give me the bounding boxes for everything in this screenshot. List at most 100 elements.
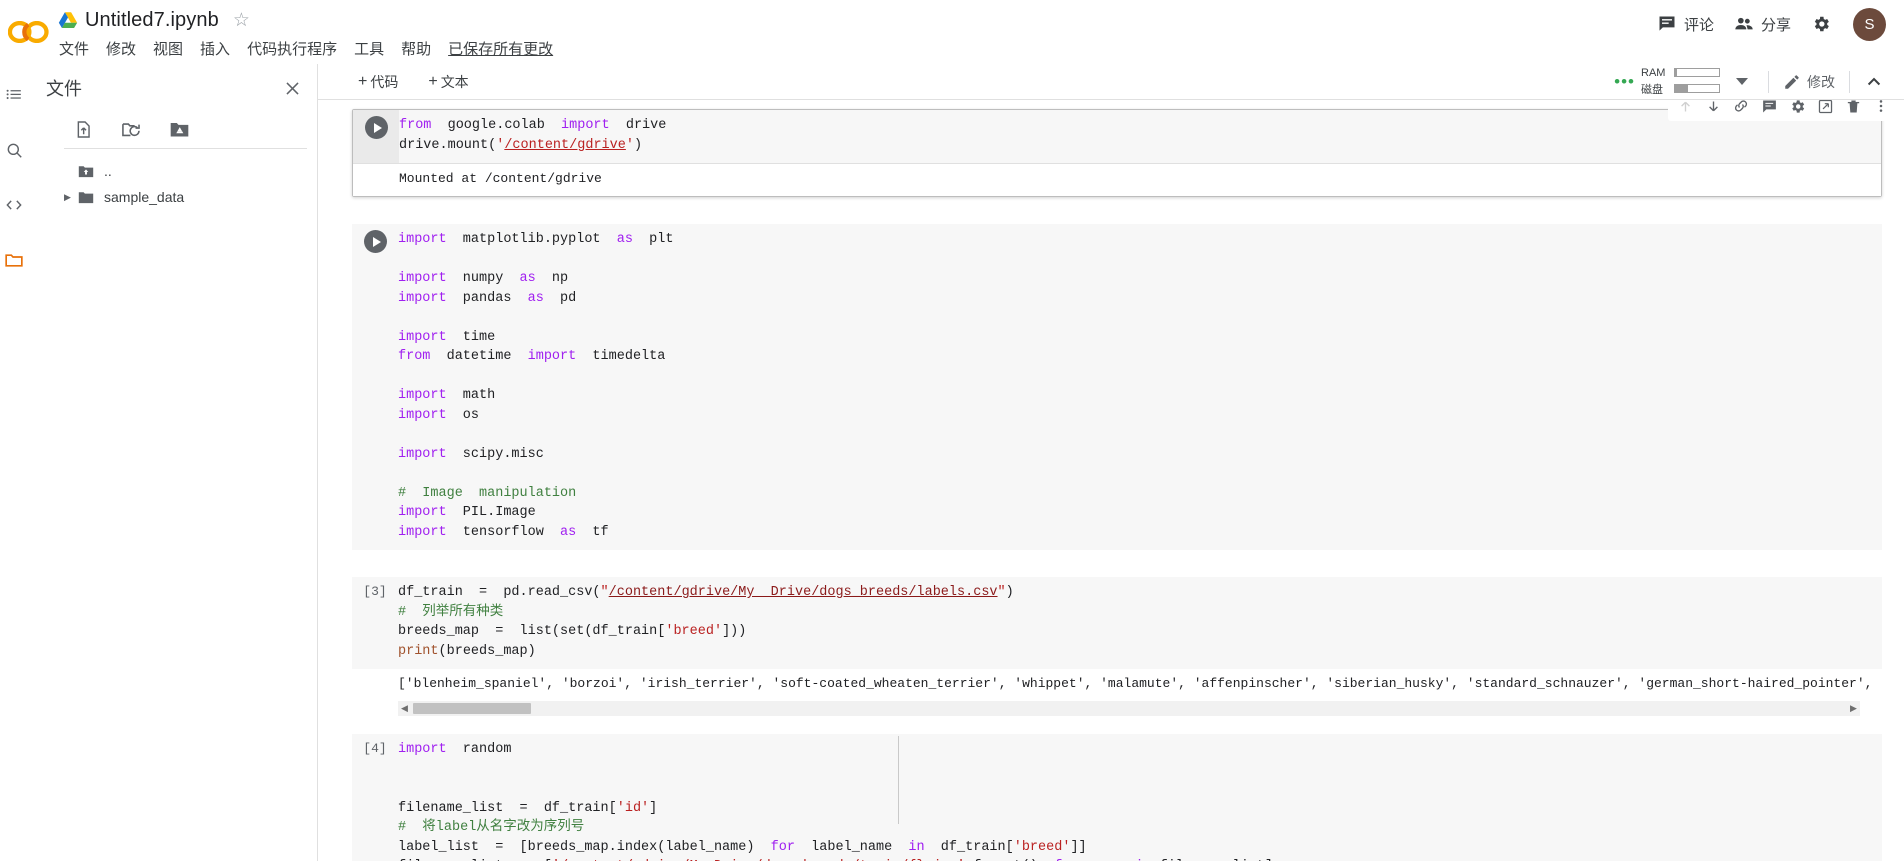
file-panel: 文件 .. ▶ sample_data <box>28 64 318 861</box>
colab-logo[interactable] <box>0 0 58 64</box>
share-button[interactable]: 分享 <box>1724 8 1801 41</box>
topbar-actions: 评论 分享 S <box>1647 0 1904 48</box>
cell-spacer <box>318 197 1904 224</box>
cell-body: from google.colab import drive drive.mou… <box>353 110 1881 163</box>
file-tree: .. ▶ sample_data <box>28 149 317 210</box>
left-rail <box>0 64 28 861</box>
ram-meter-row: RAM <box>1641 67 1720 79</box>
output-horizontal-scrollbar[interactable]: ◀ ▶ <box>398 701 1860 716</box>
avatar[interactable]: S <box>1853 7 1886 41</box>
link-to-cell-icon[interactable] <box>1728 100 1754 118</box>
code-cell-drive-mount[interactable]: from google.colab import drive drive.mou… <box>352 109 1882 197</box>
menu-view[interactable]: 视图 <box>153 38 183 59</box>
disk-meter <box>1674 84 1720 93</box>
toc-icon <box>6 89 21 99</box>
move-cell-down-icon[interactable] <box>1700 100 1726 118</box>
add-code-cell-button[interactable]: + 代码 <box>350 68 406 96</box>
add-text-cell-button[interactable]: + 文本 <box>420 68 476 96</box>
add-text-label: 文本 <box>440 73 469 90</box>
code-editor[interactable]: from google.colab import drive drive.mou… <box>399 110 1881 163</box>
menu-tools[interactable]: 工具 <box>354 38 384 59</box>
document-title[interactable]: Untitled7.ipynb <box>85 9 219 32</box>
code-editor[interactable]: df_train = pd.read_csv("/content/gdrive/… <box>398 577 1882 669</box>
code-cell-build-lists[interactable]: [4] import random filename_list = df_tra… <box>352 734 1882 861</box>
execution-count[interactable]: [3] <box>352 577 398 669</box>
sidebar-item-toc[interactable] <box>0 81 28 109</box>
code-snippets-icon <box>6 200 22 210</box>
delete-cell-icon[interactable] <box>1840 100 1866 118</box>
expand-triangle-icon[interactable]: ▶ <box>64 192 78 203</box>
collapse-toolbar-button[interactable] <box>1856 68 1892 96</box>
close-icon[interactable] <box>279 75 305 101</box>
menu-bar: 文件 修改 视图 插入 代码执行程序 工具 帮助 已保存所有更改 <box>58 35 553 61</box>
cell-spacer <box>318 716 1904 734</box>
google-drive-icon <box>58 12 78 29</box>
folder-glyph <box>78 191 94 203</box>
gear-icon <box>1814 16 1829 32</box>
add-comment-icon[interactable] <box>1756 100 1782 118</box>
menu-edit[interactable]: 修改 <box>106 38 136 59</box>
cell-output: ['blenheim_spaniel', 'borzoi', 'irish_te… <box>352 669 1882 701</box>
refresh-folder-icon[interactable] <box>120 118 142 140</box>
notebook-scroll-area[interactable]: from google.colab import drive drive.mou… <box>318 100 1904 861</box>
mount-drive-icon[interactable] <box>168 118 190 140</box>
scroll-track[interactable] <box>411 702 1847 715</box>
execution-count[interactable]: [4] <box>352 734 398 861</box>
cell-gutter <box>352 224 398 550</box>
files-folder-icon <box>5 254 23 267</box>
sidebar-item-code-snippets[interactable] <box>0 191 28 219</box>
file-panel-tools <box>28 112 317 148</box>
code-editor[interactable]: import random filename_list = df_train['… <box>398 734 1882 861</box>
notebook-toolbar: + 代码 + 文本 ••• RAM 磁盘 修改 <box>318 64 1904 100</box>
disk-meter-row: 磁盘 <box>1641 81 1720 97</box>
menu-runtime[interactable]: 代码执行程序 <box>247 38 337 59</box>
sidebar-item-search[interactable] <box>0 136 28 164</box>
comment-label: 评论 <box>1683 16 1714 34</box>
colab-logo-icon <box>8 21 49 43</box>
scroll-left-arrow-icon[interactable]: ◀ <box>398 704 411 713</box>
people-icon <box>1735 17 1753 30</box>
sidebar-item-files[interactable] <box>0 246 28 274</box>
code-editor[interactable]: import matplotlib.pyplot as plt import n… <box>398 224 1882 550</box>
move-cell-up-icon[interactable] <box>1672 100 1698 118</box>
edit-button[interactable]: 修改 <box>1775 67 1843 97</box>
code-cell-read-labels[interactable]: [3] df_train = pd.read_csv("/content/gdr… <box>352 577 1882 716</box>
open-in-new-icon[interactable] <box>1812 100 1838 118</box>
parent-dir-label: .. <box>104 163 112 179</box>
folder-row-sample-data[interactable]: ▶ sample_data <box>28 184 317 210</box>
folder-up-icon <box>78 164 94 179</box>
scroll-right-arrow-icon[interactable]: ▶ <box>1847 704 1860 713</box>
mount-drive-glyph <box>170 122 188 136</box>
upload-file-icon[interactable] <box>72 118 94 140</box>
cell-body: import matplotlib.pyplot as plt import n… <box>352 224 1882 550</box>
star-outline-icon[interactable]: ☆ <box>233 11 250 30</box>
add-code-label: 代码 <box>370 73 399 90</box>
menu-help[interactable]: 帮助 <box>401 38 431 59</box>
resource-meters[interactable]: RAM 磁盘 <box>1641 67 1720 97</box>
menu-insert[interactable]: 插入 <box>200 38 230 59</box>
run-cell-button[interactable] <box>363 230 387 253</box>
colab-app: Untitled7.ipynb ☆ 文件 修改 视图 插入 代码执行程序 工具 … <box>0 0 1904 861</box>
run-cell-button[interactable] <box>364 116 388 139</box>
parent-dir-row[interactable]: .. <box>28 158 317 184</box>
top-bar: Untitled7.ipynb ☆ 文件 修改 视图 插入 代码执行程序 工具 … <box>0 0 1904 64</box>
more-options-icon[interactable] <box>1868 100 1894 118</box>
comment-icon <box>1659 16 1675 31</box>
comment-button[interactable]: 评论 <box>1647 8 1724 41</box>
title-block: Untitled7.ipynb ☆ 文件 修改 视图 插入 代码执行程序 工具 … <box>58 0 553 61</box>
menu-file[interactable]: 文件 <box>59 38 89 59</box>
cell-settings-icon[interactable] <box>1784 100 1810 118</box>
scroll-thumb[interactable] <box>413 703 531 714</box>
code-cell-imports[interactable]: import matplotlib.pyplot as plt import n… <box>352 224 1882 550</box>
cell-body: [4] import random filename_list = df_tra… <box>352 734 1882 861</box>
caret-down-icon[interactable] <box>1736 78 1748 85</box>
cell-container-drive-mount: from google.colab import drive drive.mou… <box>318 100 1904 197</box>
share-label: 分享 <box>1760 16 1791 34</box>
save-status[interactable]: 已保存所有更改 <box>448 38 553 59</box>
file-panel-title: 文件 <box>46 79 82 99</box>
divider <box>1768 70 1769 93</box>
settings-button[interactable] <box>1801 8 1841 40</box>
cell-action-toolbar <box>1668 100 1898 121</box>
divider <box>1849 70 1850 93</box>
file-panel-header: 文件 <box>28 64 317 112</box>
